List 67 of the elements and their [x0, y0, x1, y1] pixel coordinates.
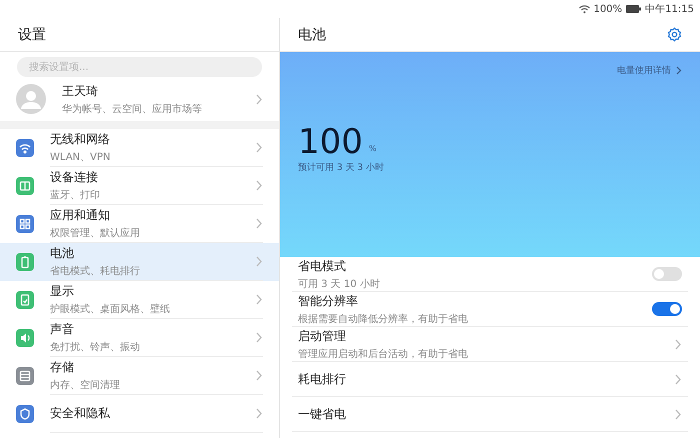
chevron-icon	[676, 66, 682, 75]
item-title: 应用和通知	[50, 207, 111, 224]
account-subtitle: 华为帐号、云空间、应用市场等	[62, 102, 203, 116]
item-subtitle: 内存、空间清理	[50, 378, 121, 392]
chevron-icon	[255, 218, 263, 229]
category-icon	[16, 291, 34, 309]
battery-option-row[interactable]: 省电模式 可用 3 天 10 小时	[292, 257, 688, 292]
chevron-icon	[255, 142, 263, 153]
item-title: 显示	[50, 283, 75, 300]
chevron-icon	[255, 370, 263, 381]
chevron-icon	[255, 294, 263, 305]
option-title: 启动管理	[298, 328, 347, 344]
toggle-switch[interactable]	[652, 302, 682, 316]
item-subtitle: 蓝牙、打印	[50, 188, 101, 202]
avatar-icon	[16, 84, 46, 114]
chevron-icon	[674, 338, 682, 350]
battery-option-row[interactable]: 启动管理 管理应用启动和后台活动，有助于省电	[292, 327, 688, 362]
battery-option-row[interactable]: 一键省电	[292, 397, 688, 432]
chevron-icon	[255, 256, 263, 267]
battery-option-row[interactable]: 耗电排行	[292, 362, 688, 397]
item-title: 安全和隐私	[50, 405, 111, 422]
battery-icon	[626, 5, 642, 13]
option-subtitle: 根据需要自动降低分辨率，有助于省电	[298, 312, 469, 326]
option-subtitle: 管理应用启动和后台活动，有助于省电	[298, 348, 469, 360]
battery-option-row[interactable]: 智能分辨率 根据需要自动降低分辨率，有助于省电	[292, 292, 688, 327]
settings-icon[interactable]	[667, 27, 682, 42]
chevron-icon	[674, 408, 682, 420]
battery-percent: 100%	[594, 4, 622, 14]
item-subtitle: WLAN、VPN	[50, 151, 112, 164]
category-icon	[16, 215, 34, 233]
category-icon	[16, 253, 34, 271]
toggle-switch[interactable]	[652, 267, 682, 281]
item-title: 无线和网络	[50, 131, 111, 148]
category-icon	[16, 139, 34, 157]
category-icon	[16, 367, 34, 385]
clock-time: 中午11:15	[645, 2, 694, 16]
option-subtitle: 可用 3 天 10 小时	[298, 278, 381, 290]
page-title: 电池	[298, 26, 326, 44]
chevron-icon	[255, 180, 263, 191]
option-title: 一键省电	[298, 406, 347, 422]
wifi-icon	[578, 4, 590, 14]
option-title: 省电模式	[298, 258, 347, 274]
item-subtitle: 权限管理、默认应用	[50, 226, 141, 240]
item-title: 存储	[50, 359, 75, 376]
option-title: 耗电排行	[298, 370, 347, 388]
category-icon	[16, 405, 34, 423]
percent-unit: %	[368, 144, 377, 153]
chevron-icon	[255, 94, 263, 104]
settings-title: 设置	[18, 26, 46, 44]
item-subtitle: 省电模式、耗电排行	[50, 264, 141, 278]
account-row[interactable]: 王天琦 华为帐号、云空间、应用市场等	[0, 77, 279, 121]
chevron-icon	[255, 332, 263, 343]
settings-item[interactable]: 电池 省电模式、耗电排行	[0, 243, 279, 281]
category-icon	[16, 177, 34, 195]
item-title: 声音	[50, 321, 75, 338]
search-field[interactable]: 搜索设置项...	[17, 57, 262, 77]
item-subtitle: 免打扰、铃声、振动	[50, 340, 141, 354]
chevron-icon	[255, 408, 263, 419]
remaining-estimate: 预计可用 3 天 3 小时	[298, 162, 385, 174]
item-subtitle: 护眼模式、桌面风格、壁纸	[50, 302, 171, 316]
battery-percentage: 100	[298, 125, 363, 159]
item-title: 设备连接	[50, 169, 99, 186]
option-title: 智能分辨率	[298, 292, 359, 310]
chevron-icon	[674, 374, 682, 384]
item-title: 电池	[50, 245, 75, 262]
category-icon	[16, 329, 34, 347]
account-name: 王天琦	[62, 82, 99, 100]
